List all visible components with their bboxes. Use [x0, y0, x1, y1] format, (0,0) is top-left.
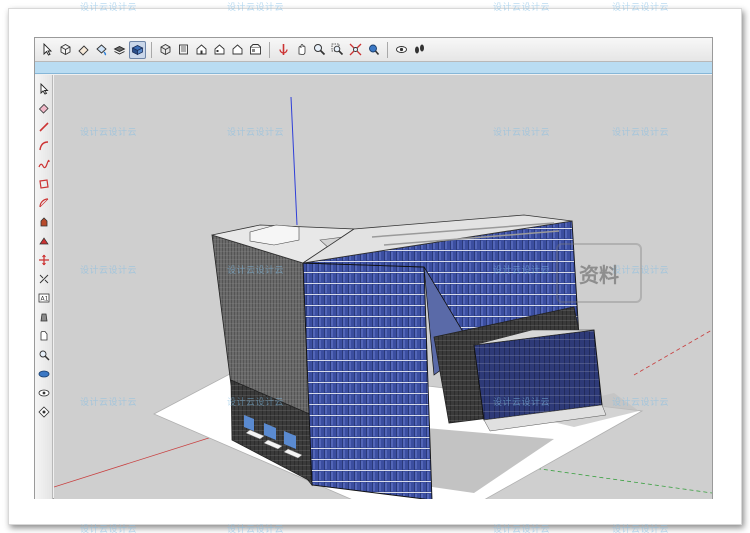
select-tool-icon[interactable] [36, 81, 51, 96]
arc-tool-icon[interactable] [36, 138, 51, 153]
eraser-icon[interactable] [75, 41, 92, 59]
tool-palette: A1 [35, 75, 53, 499]
blue-axis [290, 96, 298, 226]
model-viewport[interactable] [54, 75, 712, 499]
right-view-icon[interactable] [211, 41, 228, 59]
red-axis [54, 429, 235, 488]
main-toolbar [35, 38, 712, 62]
building-model-render [54, 96, 712, 499]
footprint-icon[interactable] [411, 41, 428, 59]
orbit-tool-icon[interactable] [36, 328, 51, 343]
red-axis-dashed [633, 329, 712, 376]
text-tool-icon[interactable]: A1 [36, 290, 51, 305]
eraser-tool-icon[interactable] [36, 100, 51, 115]
line-tool-icon[interactable] [36, 119, 51, 134]
shaded-icon[interactable] [129, 40, 146, 59]
rectangle-tool-icon[interactable] [36, 176, 51, 191]
layers-icon[interactable] [111, 41, 128, 59]
iso-icon[interactable] [157, 41, 174, 59]
front-view-icon[interactable] [193, 41, 210, 59]
lookaround-tool-icon[interactable] [36, 385, 51, 400]
followme-tool-icon[interactable] [36, 233, 51, 248]
back-view-icon[interactable] [229, 41, 246, 59]
top-view-icon[interactable] [175, 41, 192, 59]
zoom-window-icon[interactable] [329, 41, 346, 59]
walk-icon[interactable] [393, 41, 410, 59]
left-view-icon[interactable] [247, 41, 264, 59]
select-icon[interactable] [39, 41, 56, 59]
zoom-extents-icon[interactable] [347, 41, 364, 59]
zoom-icon[interactable] [311, 41, 328, 59]
tower-front-facade [302, 262, 433, 499]
freehand-tool-icon[interactable] [36, 157, 51, 172]
toolbar-separator [387, 41, 388, 58]
tape-tool-icon[interactable] [36, 271, 51, 286]
pan-icon[interactable] [293, 41, 310, 59]
paint-tool-icon[interactable] [36, 309, 51, 324]
walk-tool-icon[interactable] [36, 366, 51, 381]
orbit-icon[interactable] [275, 41, 292, 59]
svg-text:A1: A1 [40, 295, 48, 302]
circle-tool-icon[interactable] [36, 195, 51, 210]
position-camera-tool-icon[interactable] [36, 404, 51, 419]
pushpull-tool-icon[interactable] [36, 214, 51, 229]
annex-front-facade [473, 329, 603, 421]
zoom-tool-icon[interactable] [36, 347, 51, 362]
toolbar-separator [269, 41, 270, 58]
move-tool-icon[interactable] [36, 252, 51, 267]
paint-icon[interactable] [93, 41, 110, 59]
sketchup-window: A1 [34, 37, 713, 499]
view-tab-bar [35, 62, 712, 74]
previous-view-icon[interactable] [365, 41, 382, 59]
toolbar-separator [151, 41, 152, 58]
component-icon[interactable] [57, 41, 74, 59]
